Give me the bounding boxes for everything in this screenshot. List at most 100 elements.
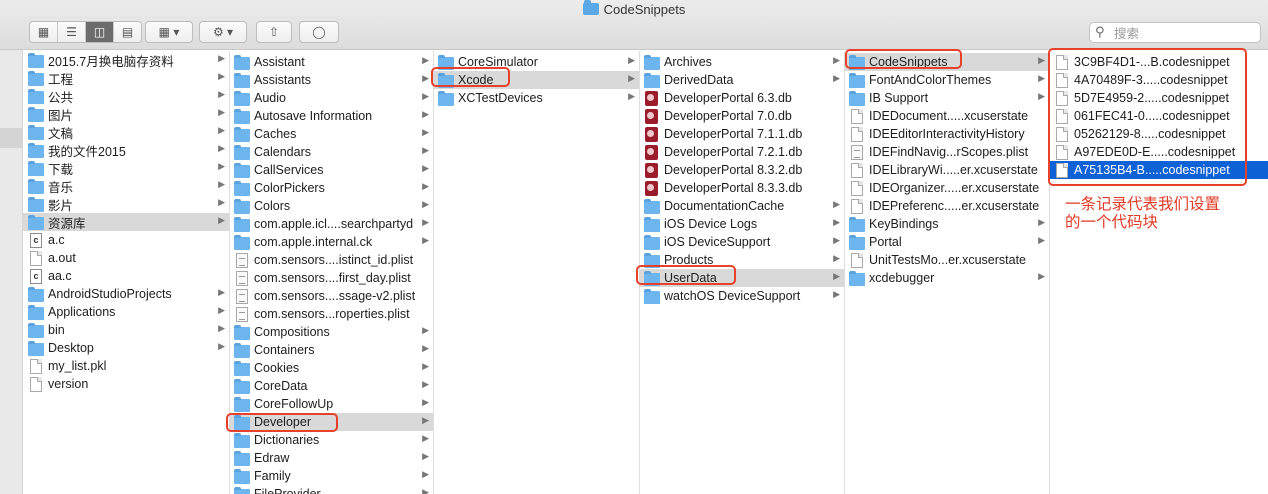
column-xcode[interactable]: Archives ▶ DerivedData ▶ DeveloperPortal 6.3…	[639, 51, 845, 494]
folder-row[interactable]: Developer ▶	[229, 413, 433, 431]
file-row[interactable]: 4A70489F-3.....codesnippet	[1049, 71, 1268, 89]
document-icon	[1056, 54, 1068, 70]
column-view-icon[interactable]: ◫	[86, 22, 114, 42]
folder-row[interactable]: 工程 ▶	[23, 69, 229, 87]
folder-row[interactable]: Dictionaries ▶	[229, 431, 433, 449]
folder-row[interactable]: Assistants ▶	[229, 71, 433, 89]
folder-row[interactable]: bin ▶	[23, 321, 229, 339]
folder-row[interactable]: CallServices ▶	[229, 161, 433, 179]
file-row[interactable]: DeveloperPortal 7.0.db	[639, 107, 844, 125]
action-button[interactable]: ⚙ ▾	[199, 21, 247, 43]
folder-row[interactable]: 2015.7月换电脑存资料 ▶	[23, 51, 229, 69]
file-row[interactable]: com.sensors....first_day.plist	[229, 269, 433, 287]
file-row[interactable]: com.sensors....ssage-v2.plist	[229, 287, 433, 305]
file-row[interactable]: A75135B4-B.....codesnippet	[1049, 161, 1268, 179]
folder-row[interactable]: KeyBindings ▶	[844, 215, 1049, 233]
folder-row[interactable]: CodeSnippets ▶	[844, 53, 1049, 71]
file-row[interactable]: IDEFindNavig...rScopes.plist	[844, 143, 1049, 161]
tags-button[interactable]: ◯	[299, 21, 339, 43]
folder-row[interactable]: 图片 ▶	[23, 105, 229, 123]
folder-row[interactable]: IB Support ▶	[844, 89, 1049, 107]
folder-row[interactable]: 音乐 ▶	[23, 177, 229, 195]
column-home[interactable]: 2015.7月换电脑存资料 ▶ 工程 ▶ 公共 ▶ 图片 ▶ 文稿 ▶ 我的文件2015 ▶ 下载 ▶ 音乐…	[23, 51, 230, 494]
folder-row[interactable]: Archives ▶	[639, 53, 844, 71]
folder-row[interactable]: Audio ▶	[229, 89, 433, 107]
folder-row[interactable]: 下载 ▶	[23, 159, 229, 177]
folder-row[interactable]: xcdebugger ▶	[844, 269, 1049, 287]
folder-row[interactable]: CoreSimulator ▶	[433, 53, 639, 71]
file-row[interactable]: DeveloperPortal 6.3.db	[639, 89, 844, 107]
file-row[interactable]: com.sensors...roperties.plist	[229, 305, 433, 323]
folder-row[interactable]: Applications ▶	[23, 303, 229, 321]
file-row[interactable]: version	[23, 375, 229, 393]
file-row[interactable]: DeveloperPortal 8.3.3.db	[639, 179, 844, 197]
file-row[interactable]: IDEPreferenc.....er.xcuserstate	[844, 197, 1049, 215]
column-developer[interactable]: CoreSimulator ▶ Xcode ▶ XCTestDevices ▶	[433, 51, 640, 494]
folder-row[interactable]: CoreFollowUp ▶	[229, 395, 433, 413]
folder-row[interactable]: XCTestDevices ▶	[433, 89, 639, 107]
file-row[interactable]: A97EDE0D-E.....codesnippet	[1049, 143, 1268, 161]
folder-row[interactable]: 资源库 ▶	[23, 213, 229, 231]
folder-row[interactable]: watchOS DeviceSupport ▶	[639, 287, 844, 305]
folder-row[interactable]: Assistant ▶	[229, 53, 433, 71]
folder-row[interactable]: Calendars ▶	[229, 143, 433, 161]
file-row[interactable]: UnitTestsMo...er.xcuserstate	[844, 251, 1049, 269]
icon-view-icon[interactable]: ▦	[30, 22, 58, 42]
file-row[interactable]: IDEOrganizer.....er.xcuserstate	[844, 179, 1049, 197]
file-row[interactable]: c a.c	[23, 231, 229, 249]
folder-row[interactable]: FontAndColorThemes ▶	[844, 71, 1049, 89]
folder-row[interactable]: DerivedData ▶	[639, 71, 844, 89]
folder-row[interactable]: Edraw ▶	[229, 449, 433, 467]
folder-row[interactable]: DocumentationCache ▶	[639, 197, 844, 215]
folder-row[interactable]: iOS Device Logs ▶	[639, 215, 844, 233]
share-button[interactable]: ⇧	[256, 21, 292, 43]
file-row[interactable]: IDELibraryWi.....er.xcuserstate	[844, 161, 1049, 179]
file-row[interactable]: c aa.c	[23, 267, 229, 285]
file-row[interactable]: DeveloperPortal 7.1.1.db	[639, 125, 844, 143]
file-row[interactable]: DeveloperPortal 8.3.2.db	[639, 161, 844, 179]
folder-row[interactable]: Desktop ▶	[23, 339, 229, 357]
search-field[interactable]: ⚲	[1089, 22, 1261, 43]
folder-row[interactable]: Products ▶	[639, 251, 844, 269]
folder-row[interactable]: Caches ▶	[229, 125, 433, 143]
folder-row[interactable]: com.apple.internal.ck ▶	[229, 233, 433, 251]
file-row[interactable]: 061FEC41-0.....codesnippet	[1049, 107, 1268, 125]
folder-row[interactable]: Colors ▶	[229, 197, 433, 215]
folder-row[interactable]: Xcode ▶	[433, 71, 639, 89]
folder-row[interactable]: Autosave Information ▶	[229, 107, 433, 125]
folder-row[interactable]: 公共 ▶	[23, 87, 229, 105]
column-codesnippets[interactable]: 3C9BF4D1-...B.codesnippet 4A70489F-3.....…	[1049, 51, 1268, 494]
file-row[interactable]: 5D7E4959-2.....codesnippet	[1049, 89, 1268, 107]
file-row[interactable]: DeveloperPortal 7.2.1.db	[639, 143, 844, 161]
folder-row[interactable]: Cookies ▶	[229, 359, 433, 377]
folder-row[interactable]: iOS DeviceSupport ▶	[639, 233, 844, 251]
gallery-view-icon[interactable]: ▤	[114, 22, 141, 42]
file-row[interactable]: IDEEditorInteractivityHistory	[844, 125, 1049, 143]
folder-row[interactable]: 影片 ▶	[23, 195, 229, 213]
view-mode-selector[interactable]: ▦ ☰ ◫ ▤	[29, 21, 142, 43]
folder-row[interactable]: UserData ▶	[639, 269, 844, 287]
folder-row[interactable]: Family ▶	[229, 467, 433, 485]
folder-row[interactable]: Portal ▶	[844, 233, 1049, 251]
file-row[interactable]: IDEDocument.....xcuserstate	[844, 107, 1049, 125]
folder-row[interactable]: CoreData ▶	[229, 377, 433, 395]
folder-row[interactable]: com.apple.icl....searchpartyd ▶	[229, 215, 433, 233]
folder-row[interactable]: AndroidStudioProjects ▶	[23, 285, 229, 303]
group-by-button[interactable]: ▦ ▾	[145, 21, 193, 43]
list-view-icon[interactable]: ☰	[58, 22, 86, 42]
file-row[interactable]: 3C9BF4D1-...B.codesnippet	[1049, 53, 1268, 71]
folder-row[interactable]: 文稿 ▶	[23, 123, 229, 141]
document-icon	[1056, 126, 1068, 142]
search-input[interactable]	[1112, 24, 1256, 43]
file-row[interactable]: a.out	[23, 249, 229, 267]
folder-row[interactable]: 我的文件2015 ▶	[23, 141, 229, 159]
file-row[interactable]: com.sensors....istinct_id.plist	[229, 251, 433, 269]
file-row[interactable]: my_list.pkl	[23, 357, 229, 375]
column-userdata[interactable]: CodeSnippets ▶ FontAndColorThemes ▶ IB Suppo…	[844, 51, 1050, 494]
folder-row[interactable]: FileProvider ▶	[229, 485, 433, 494]
file-row[interactable]: 05262129-8.....codesnippet	[1049, 125, 1268, 143]
column-library[interactable]: Assistant ▶ Assistants ▶ Audio ▶ Autosave Info…	[229, 51, 434, 494]
folder-row[interactable]: Compositions ▶	[229, 323, 433, 341]
folder-row[interactable]: Containers ▶	[229, 341, 433, 359]
folder-row[interactable]: ColorPickers ▶	[229, 179, 433, 197]
